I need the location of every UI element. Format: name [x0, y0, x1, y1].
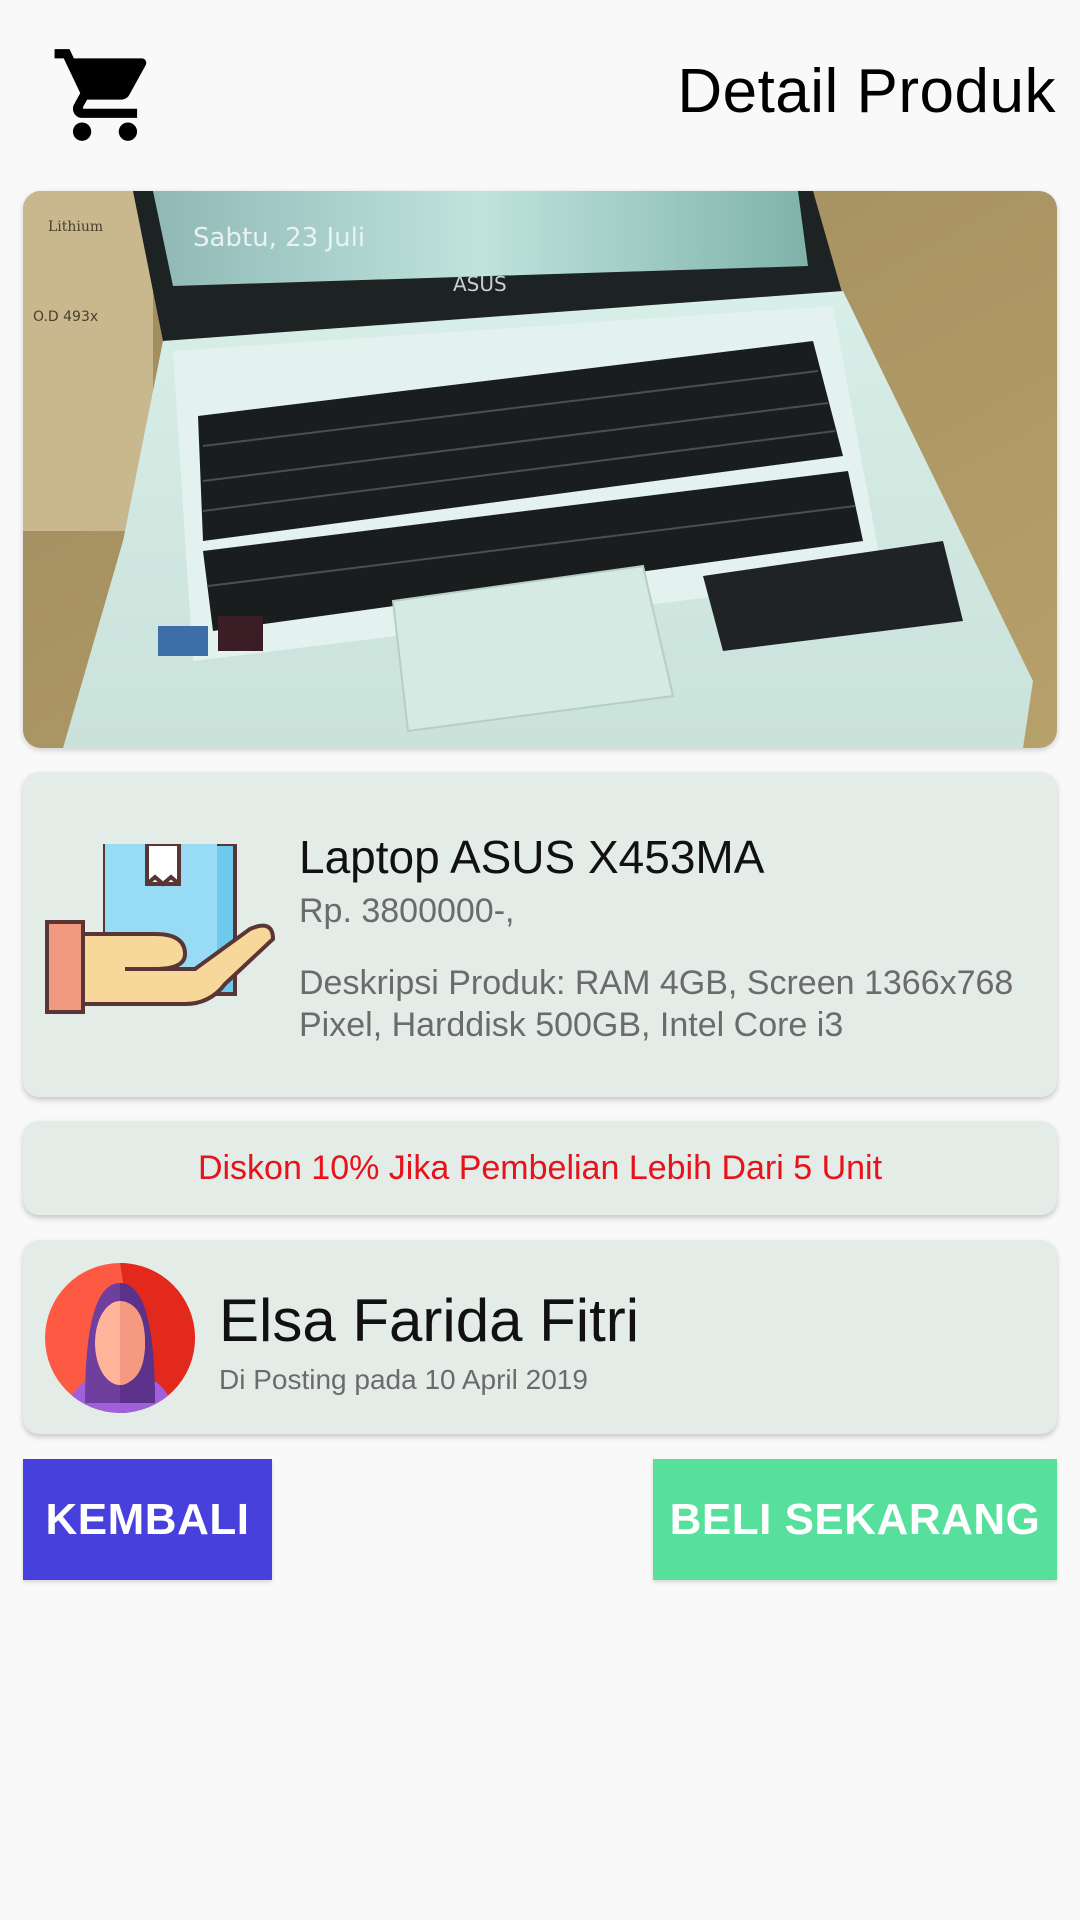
- page-title: Detail Produk: [677, 57, 1056, 126]
- product-info-card: Laptop ASUS X453MA Rp. 3800000-, Deskrip…: [23, 772, 1057, 1097]
- posted-date: Di Posting pada 10 April 2019: [219, 1364, 588, 1395]
- seller-card: Elsa Farida Fitri Di Posting pada 10 Apr…: [23, 1240, 1057, 1434]
- svg-text:Lithium: Lithium: [48, 219, 103, 235]
- buy-now-button[interactable]: BELI SEKARANG: [653, 1459, 1057, 1580]
- hijab-woman-avatar-icon: [45, 1263, 195, 1413]
- svg-text:O.D 493x: O.D 493x: [33, 309, 98, 325]
- back-button[interactable]: KEMBALI: [23, 1459, 272, 1580]
- discount-text: Diskon 10% Jika Pembelian Lebih Dari 5 U…: [197, 1148, 883, 1187]
- product-description: Deskripsi Produk: RAM 4GB, Screen 1366x7…: [299, 964, 1014, 1044]
- laptop-brand-logo: ASUS: [453, 272, 507, 296]
- product-name: Laptop ASUS X453MA: [299, 831, 765, 883]
- product-detail-screen: Detail Produk Lithium O.D 493x Sabtu, 23…: [0, 0, 1080, 1920]
- app-header: Detail Produk: [0, 0, 1080, 180]
- hand-holding-box-icon: [45, 844, 276, 1014]
- shopping-cart-icon[interactable]: [50, 40, 160, 150]
- discount-banner: Diskon 10% Jika Pembelian Lebih Dari 5 U…: [23, 1121, 1057, 1215]
- seller-name: Elsa Farida Fitri: [219, 1287, 640, 1354]
- product-price: Rp. 3800000-,: [299, 892, 515, 930]
- lock-screen-date: Sabtu, 23 Juli: [193, 223, 365, 253]
- product-photo: Lithium O.D 493x Sabtu, 23 Juli ASUS: [23, 191, 1057, 748]
